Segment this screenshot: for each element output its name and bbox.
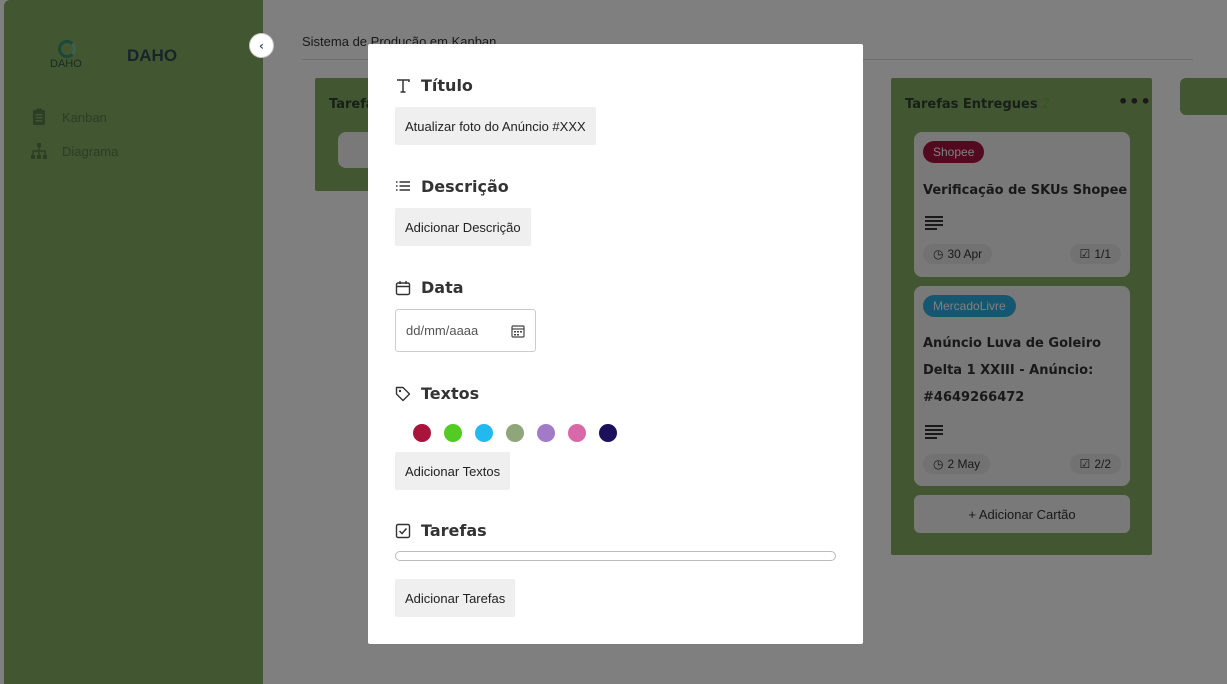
add-description-button[interactable]: Adicionar Descrição <box>395 208 531 246</box>
title-field[interactable]: Atualizar foto do Anúncio #XXX <box>395 107 596 145</box>
date-input[interactable]: dd/mm/aaaa <box>395 309 536 352</box>
texts-label: Textos <box>421 384 480 403</box>
title-section-header: Título <box>395 76 473 95</box>
tasks-label: Tarefas <box>421 521 487 540</box>
color-swatch-1[interactable] <box>413 424 431 442</box>
tasks-progress-bar <box>395 551 836 561</box>
color-swatch-4[interactable] <box>506 424 524 442</box>
checkbox-icon <box>395 523 411 538</box>
date-section-header: Data <box>395 278 464 297</box>
color-swatches <box>413 424 617 442</box>
add-texts-button[interactable]: Adicionar Textos <box>395 452 511 490</box>
card-edit-modal: Título Atualizar foto do Anúncio #XXX De… <box>368 44 863 644</box>
color-swatch-5[interactable] <box>537 424 555 442</box>
color-swatch-7[interactable] <box>599 424 617 442</box>
tag-icon <box>395 386 411 401</box>
color-swatch-6[interactable] <box>568 424 586 442</box>
sidebar-collapse-button[interactable]: ‹ <box>249 33 274 58</box>
color-swatch-2[interactable] <box>444 424 462 442</box>
calendar-picker-icon[interactable] <box>511 324 525 338</box>
description-label: Descrição <box>421 177 509 196</box>
date-label: Data <box>421 278 464 297</box>
text-icon <box>397 78 410 93</box>
color-swatch-3[interactable] <box>475 424 493 442</box>
date-placeholder: dd/mm/aaaa <box>406 323 479 338</box>
tasks-section-header: Tarefas <box>395 521 487 540</box>
title-label: Título <box>421 76 473 95</box>
texts-section-header: Textos <box>395 384 479 403</box>
add-tasks-button[interactable]: Adicionar Tarefas <box>395 579 516 617</box>
chevron-left-icon: ‹ <box>259 38 264 53</box>
description-section-header: Descrição <box>395 177 509 196</box>
list-icon <box>396 180 410 191</box>
calendar-icon <box>395 280 411 295</box>
